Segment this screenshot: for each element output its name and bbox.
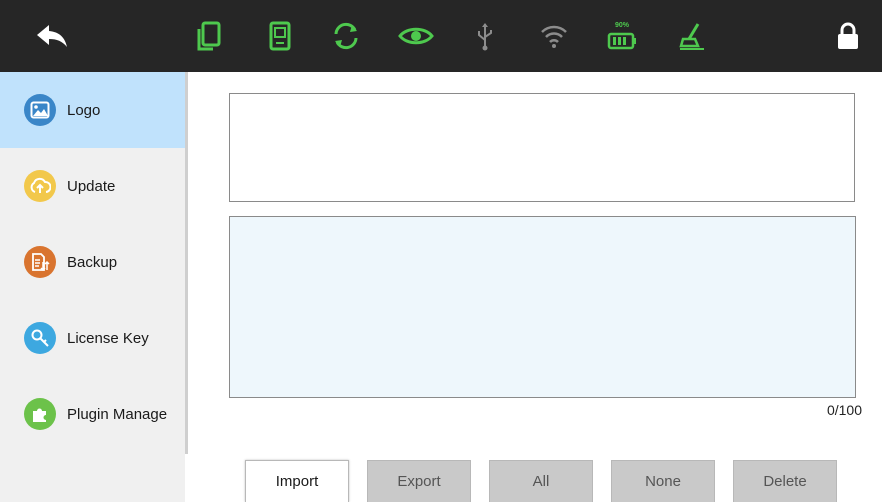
battery-level-label: 90% (614, 22, 629, 29)
usb-icon (472, 0, 498, 72)
sidebar-item-logo[interactable]: Logo (0, 72, 185, 148)
eye-icon[interactable] (395, 0, 437, 72)
export-button[interactable]: Export (367, 460, 471, 502)
copy-device-icon[interactable] (192, 0, 226, 72)
sidebar-item-license-key[interactable]: License Key (0, 300, 185, 376)
document-transfer-icon (24, 246, 56, 278)
battery-icon: 90% (604, 0, 640, 72)
logo-text-field[interactable] (229, 93, 855, 202)
sidebar-item-label: Plugin Manage (67, 405, 168, 423)
sidebar-item-label: Backup (67, 253, 118, 271)
cloud-upload-icon (24, 170, 56, 202)
top-toolbar: 90% (0, 0, 882, 72)
key-icon (24, 322, 56, 354)
puzzle-icon (24, 398, 56, 430)
sidebar-item-update[interactable]: Update (0, 148, 185, 224)
sidebar: Logo Update Backup License Key Plugin Ma… (0, 72, 185, 502)
sidebar-item-label: Logo (67, 101, 101, 119)
clean-brush-icon[interactable] (674, 0, 710, 72)
sidebar-scrollbar[interactable] (185, 72, 188, 454)
sidebar-item-backup[interactable]: Backup (0, 224, 185, 300)
select-all-button[interactable]: All (489, 460, 593, 502)
lock-icon[interactable] (830, 0, 866, 72)
back-arrow-icon[interactable] (30, 0, 74, 72)
wifi-icon (537, 0, 571, 72)
sidebar-item-label: Update (67, 177, 116, 195)
logo-list[interactable] (229, 216, 856, 398)
sidebar-item-label: License Key (67, 329, 149, 347)
tablet-icon[interactable] (263, 0, 297, 72)
sync-icon[interactable] (327, 0, 365, 72)
delete-button[interactable]: Delete (733, 460, 837, 502)
item-counter: 0/100 (826, 402, 862, 418)
select-none-button[interactable]: None (611, 460, 715, 502)
import-button[interactable]: Import (245, 460, 349, 502)
sidebar-item-plugin-manage[interactable]: Plugin Manage (0, 376, 185, 452)
image-icon (24, 94, 56, 126)
